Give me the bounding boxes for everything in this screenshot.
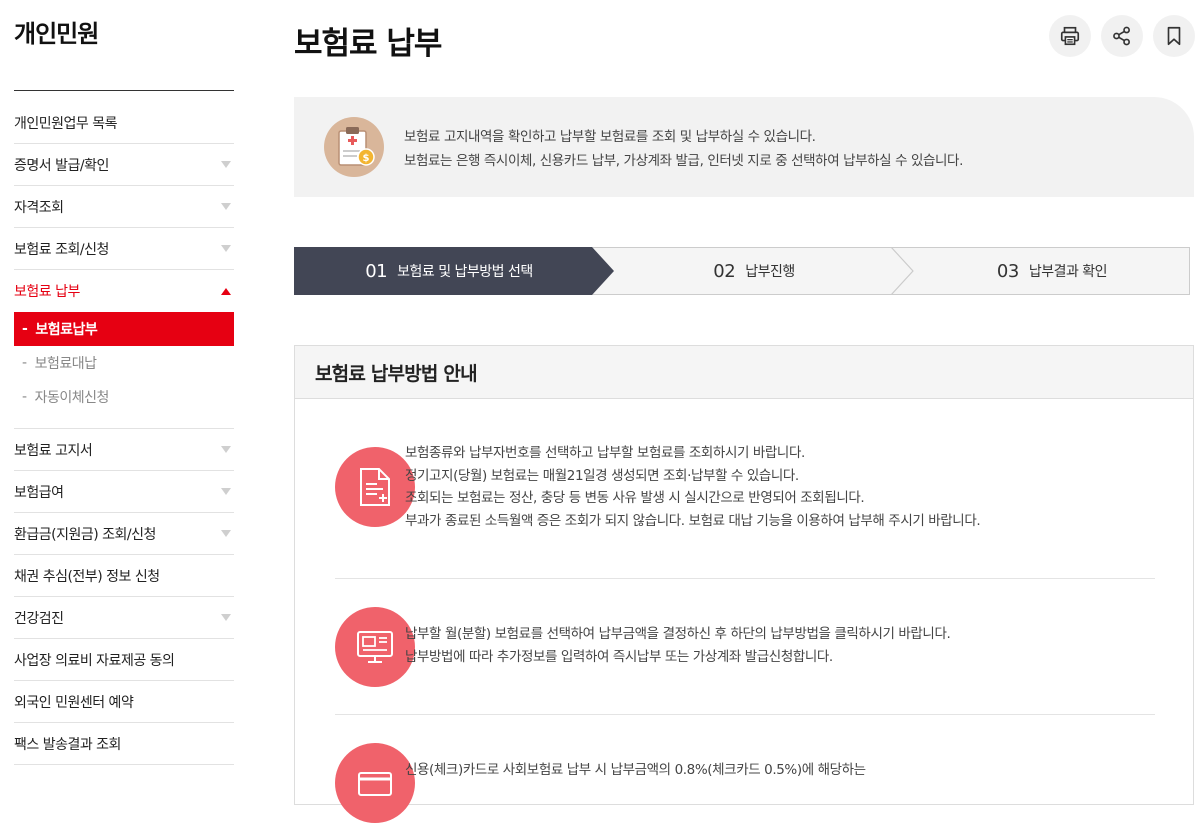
sidebar-item-medical-consent[interactable]: 사업장 의료비 자료제공 동의 [14,639,234,681]
guide-line: 정기고지(당월) 보험료는 매월21일경 생성되면 조회·납부할 수 있습니다. [405,467,799,484]
sidebar-item-fax-result[interactable]: 팩스 발송결과 조회 [14,723,234,765]
step-label: 납부진행 [745,264,795,280]
step-number: 03 [996,260,1019,282]
svg-text:$: $ [363,153,370,164]
sidebar-subitem-proxy-payment[interactable]: - 보험료대납 [14,346,234,380]
sidebar-item-label: 보험료 납부 [14,284,80,300]
guide-line: 납부할 월(분할) 보험료를 선택하여 납부금액을 결정하신 후 하단의 납부방… [405,626,951,642]
guide-line: 신용(체크)카드로 사회보험료 납부 시 납부금액의 0.8%(체크카드 0.5… [405,762,866,778]
sidebar-item-label: 개인민원업무 목록 [14,115,118,132]
guide-card: 보험료 납부방법 안내 보험종류와 납부자번호를 선택하고 납부할 보험료를 조… [294,345,1194,823]
chevron-down-icon [221,446,231,453]
step-indicator: 01 보험료 및 납부방법 선택 02 납부진행 03 납부결과 확인 [294,247,1190,295]
sidebar-subitem-payment[interactable]: - 보험료납부 [14,312,234,346]
page-title: 보험료 납부 [294,26,442,62]
sidebar-subitem-auto-transfer[interactable]: - 자동이체신청 [14,380,234,414]
step-label: 납부결과 확인 [1028,264,1108,280]
info-line: 보험료 고지내역을 확인하고 납부할 보험료를 조회 및 납부하실 수 있습니다… [404,129,816,145]
info-line: 보험료는 은행 즉시이체, 신용카드 납부, 가상계좌 발급, 인터넷 지로 중… [404,153,963,169]
bookmark-button[interactable] [1153,15,1195,57]
monitor-icon [335,607,415,687]
sidebar-item-certificate[interactable]: 증명서 발급/확인 [14,144,234,186]
sidebar-item-label: 외국인 민원센터 예약 [14,694,134,711]
guide-text: 납부할 월(분할) 보험료를 선택하여 납부금액을 결정하신 후 하단의 납부방… [405,623,951,668]
sidebar-item-benefits[interactable]: 보험급여 [14,471,234,513]
info-box: $ 보험료 고지내역을 확인하고 납부할 보험료를 조회 및 납부하실 수 있습… [294,97,1194,197]
share-icon [1113,26,1130,46]
sidebar-item-label: 사업장 의료비 자료제공 동의 [14,652,175,669]
sidebar-submenu: - 보험료납부 - 보험료대납 - 자동이체신청 [14,312,234,429]
step-number: 01 [365,260,388,282]
dash-icon: - [22,321,28,337]
sidebar-item-label: 채권 추심(전부) 정보 신청 [14,568,160,585]
sidebar-item-list[interactable]: 개인민원업무 목록 [14,102,234,144]
chevron-down-icon [221,245,231,252]
bookmark-icon [1167,26,1181,46]
sidebar-item-label: 보험료 조회/신청 [14,241,109,258]
sidebar-item-label: 증명서 발급/확인 [14,157,109,174]
chevron-down-icon [221,161,231,168]
sidebar-item-label: 보험급여 [14,484,64,501]
sidebar-divider [14,90,234,91]
guide-line: 보험종류와 납부자번호를 선택하고 납부할 보험료를 조회하시기 바랍니다. [405,445,805,461]
step-1: 01 보험료 및 납부방법 선택 [294,247,604,295]
guide-text: 보험종류와 납부자번호를 선택하고 납부할 보험료를 조회하시기 바랍니다. 정… [405,442,981,532]
chevron-up-icon [221,287,231,295]
dash-icon: - [22,355,27,371]
sidebar-item-premium-payment[interactable]: 보험료 납부 [14,270,234,312]
document-icon [335,447,415,527]
card-icon [335,743,415,823]
step-2: 02 납부진행 [614,247,894,295]
dash-icon: - [22,389,27,405]
print-button[interactable] [1049,15,1091,57]
sidebar-item-debt-collection[interactable]: 채권 추심(전부) 정보 신청 [14,555,234,597]
step-3: 03 납부결과 확인 [914,247,1190,295]
clipboard-icon: $ [324,117,384,177]
sidebar-subitem-label: 자동이체신청 [34,390,110,406]
sidebar-item-label: 보험료 고지서 [14,442,93,459]
guide-text: 신용(체크)카드로 사회보험료 납부 시 납부금액의 0.8%(체크카드 0.5… [405,759,866,782]
sidebar-subitem-label: 보험료납부 [35,322,98,338]
guide-line: 부과가 종료된 소득월액 증은 조회가 되지 않습니다. 보험료 대납 기능을 … [405,512,981,529]
chevron-down-icon [221,488,231,495]
guide-line: 조회되는 보험료는 정산, 충당 등 변동 사유 발생 시 실시간으로 반영되어… [405,490,865,506]
share-button[interactable] [1101,15,1143,57]
sidebar-item-notice[interactable]: 보험료 고지서 [14,429,234,471]
chevron-down-icon [221,530,231,537]
sidebar-item-eligibility[interactable]: 자격조회 [14,186,234,228]
step-number: 02 [713,260,736,282]
info-text: 보험료 고지내역을 확인하고 납부할 보험료를 조회 및 납부하실 수 있습니다… [404,125,963,173]
sidebar-subitem-label: 보험료대납 [34,356,97,372]
divider [335,714,1155,715]
print-icon [1060,26,1080,46]
chevron-down-icon [221,614,231,621]
sidebar-menu: 개인민원업무 목록 증명서 발급/확인 자격조회 보험료 조회/신청 보험료 납… [14,102,234,765]
sidebar-item-refund[interactable]: 환급금(지원금) 조회/신청 [14,513,234,555]
sidebar-item-label: 팩스 발송결과 조회 [14,736,121,753]
sidebar-item-foreigner-center[interactable]: 외국인 민원센터 예약 [14,681,234,723]
sidebar-item-label: 건강검진 [14,610,64,627]
guide-title: 보험료 납부방법 안내 [295,346,1193,399]
sidebar-title: 개인민원 [14,20,99,48]
step-label: 보험료 및 납부방법 선택 [397,264,533,280]
sidebar-item-label: 자격조회 [14,199,64,216]
sidebar-item-premium-inquiry[interactable]: 보험료 조회/신청 [14,228,234,270]
guide-line: 납부방법에 따라 추가정보를 입력하여 즉시납부 또는 가상계좌 발급신청합니다… [405,648,833,665]
sidebar-item-label: 환급금(지원금) 조회/신청 [14,526,156,543]
divider [335,578,1155,579]
sidebar-item-health-checkup[interactable]: 건강검진 [14,597,234,639]
chevron-down-icon [221,203,231,210]
